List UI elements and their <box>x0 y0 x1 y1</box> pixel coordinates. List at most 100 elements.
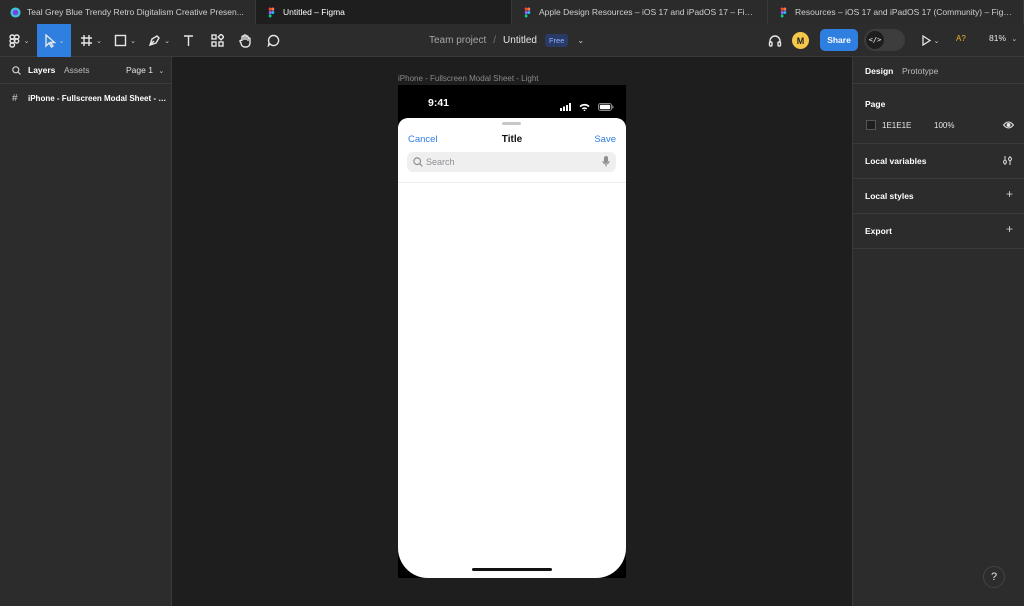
battery-icon <box>597 103 614 111</box>
tab-prototype[interactable]: Prototype <box>902 66 938 76</box>
page-opacity[interactable]: 100% <box>934 121 954 130</box>
chevron-down-icon: ⌄ <box>164 37 170 45</box>
sheet-grabber[interactable] <box>502 122 521 125</box>
figma-icon <box>524 6 531 18</box>
code-icon: </> <box>866 31 884 49</box>
present-button[interactable]: ⌄ <box>916 24 944 57</box>
save-button[interactable]: Save <box>594 134 616 145</box>
text-tool-icon <box>183 35 193 46</box>
browser-tab-community-resources[interactable]: Resources – iOS 17 and iPadOS 17 (Commun… <box>768 0 1024 24</box>
cancel-button[interactable]: Cancel <box>408 134 438 145</box>
text-tool-button[interactable] <box>178 24 198 57</box>
page-color-swatch[interactable] <box>866 120 876 130</box>
search-placeholder: Search <box>426 157 455 167</box>
page-selector[interactable]: Page 1 ⌄ <box>126 65 164 75</box>
chevron-down-icon: ⌄ <box>933 37 940 45</box>
play-icon <box>921 35 931 46</box>
chevron-down-icon: ⌄ <box>158 68 165 75</box>
headphones-icon <box>768 35 782 47</box>
main-menu-icon <box>8 33 20 48</box>
tab-assets[interactable]: Assets <box>64 65 90 75</box>
figma-icon <box>780 6 787 18</box>
comment-tool-button[interactable] <box>262 24 284 57</box>
pen-tool-icon <box>148 35 160 47</box>
move-tool-button[interactable]: ⌄ <box>37 24 71 57</box>
export-section[interactable]: Export + <box>853 214 1024 249</box>
browser-tab-bar: Teal Grey Blue Trendy Retro Digitalism C… <box>0 0 1024 24</box>
pen-tool-button[interactable]: ⌄ <box>144 24 174 57</box>
chevron-down-icon: ⌄ <box>58 37 65 45</box>
chevron-down-icon: ⌄ <box>23 37 30 45</box>
design-panel: Design Prototype Page 1E1E1E 100% Local … <box>852 57 1024 606</box>
tab-title: Teal Grey Blue Trendy Retro Digitalism C… <box>27 7 244 17</box>
status-icons <box>560 98 614 116</box>
shape-tool-icon <box>114 34 127 47</box>
microphone-icon[interactable] <box>602 156 610 167</box>
layers-panel-header: Layers Assets Page 1 ⌄ <box>0 57 171 84</box>
canvas[interactable]: iPhone - Fullscreen Modal Sheet - Light … <box>172 57 852 606</box>
add-icon[interactable]: + <box>1006 187 1013 201</box>
search-input[interactable]: Search <box>407 152 616 172</box>
cellular-signal-icon <box>560 103 571 111</box>
hand-tool-icon <box>238 33 251 48</box>
browser-tab-canva[interactable]: Teal Grey Blue Trendy Retro Digitalism C… <box>0 0 256 24</box>
accessibility-check[interactable]: A? <box>956 34 966 43</box>
breadcrumb: Team project / Untitled Free ⌄ <box>429 24 584 57</box>
local-styles-label: Local styles <box>865 191 914 201</box>
eye-icon[interactable] <box>1003 121 1014 129</box>
move-tool-icon <box>44 33 56 48</box>
chevron-down-icon: ⌄ <box>96 37 102 45</box>
resources-button[interactable] <box>206 24 228 57</box>
file-name[interactable]: Untitled <box>503 35 537 46</box>
wifi-icon <box>579 103 590 112</box>
tab-title: Untitled – Figma <box>283 7 345 17</box>
browser-tab-figma-untitled[interactable]: Untitled – Figma <box>256 0 512 24</box>
main-menu-button[interactable]: ⌄ <box>4 24 34 57</box>
design-panel-header: Design Prototype <box>853 57 1024 84</box>
hand-tool-button[interactable] <box>234 24 256 57</box>
chevron-down-icon: ⌄ <box>1011 36 1018 43</box>
frame-label[interactable]: iPhone - Fullscreen Modal Sheet - Light <box>398 74 539 83</box>
dev-mode-toggle[interactable]: </> <box>864 29 905 51</box>
share-button[interactable]: Share <box>820 29 858 51</box>
search-icon[interactable] <box>12 66 21 75</box>
local-styles-section[interactable]: Local styles + <box>853 179 1024 214</box>
add-icon[interactable]: + <box>1006 222 1013 236</box>
audio-button[interactable] <box>764 24 786 57</box>
page-section-title: Page <box>865 99 886 109</box>
local-variables-label: Local variables <box>865 156 927 166</box>
iphone-frame[interactable]: 9:41 Title Cancel Save Search <box>398 85 626 578</box>
search-icon <box>413 157 423 167</box>
tab-title: Resources – iOS 17 and iPadOS 17 (Commun… <box>795 7 1013 17</box>
zoom-value: 81% <box>989 33 1007 43</box>
frame-hash-icon: # <box>12 92 18 104</box>
chevron-down-icon: ⌄ <box>130 37 136 45</box>
plan-badge[interactable]: Free <box>544 34 569 47</box>
sliders-icon[interactable] <box>1002 155 1013 166</box>
layer-item[interactable]: # iPhone - Fullscreen Modal Sheet - Ligh… <box>0 90 172 106</box>
figma-icon <box>268 6 275 18</box>
tab-layers[interactable]: Layers <box>28 65 55 75</box>
page-color-hex[interactable]: 1E1E1E <box>882 121 911 130</box>
canva-icon <box>10 6 21 18</box>
shape-tool-button[interactable]: ⌄ <box>110 24 140 57</box>
breadcrumb-separator: / <box>493 35 497 46</box>
team-project-link[interactable]: Team project <box>429 35 486 46</box>
resources-icon <box>210 34 224 47</box>
page-selector-label: Page 1 <box>126 65 153 75</box>
divider <box>398 182 626 183</box>
local-variables-section[interactable]: Local variables <box>853 144 1024 179</box>
frame-tool-button[interactable]: ⌄ <box>76 24 106 57</box>
tab-design[interactable]: Design <box>865 66 893 76</box>
layers-panel: Layers Assets Page 1 ⌄ # iPhone - Fullsc… <box>0 57 172 606</box>
frame-tool-icon <box>81 35 93 46</box>
help-button[interactable]: ? <box>983 566 1005 588</box>
chevron-down-icon[interactable]: ⌄ <box>577 36 584 45</box>
avatar[interactable]: M <box>792 32 809 49</box>
page-section: Page <box>853 84 1024 144</box>
tab-title: Apple Design Resources – iOS 17 and iPad… <box>539 7 757 17</box>
export-label: Export <box>865 226 892 236</box>
comment-tool-icon <box>267 34 279 47</box>
browser-tab-apple-resources[interactable]: Apple Design Resources – iOS 17 and iPad… <box>512 0 768 24</box>
zoom-level[interactable]: 81% ⌄ <box>989 33 1017 43</box>
